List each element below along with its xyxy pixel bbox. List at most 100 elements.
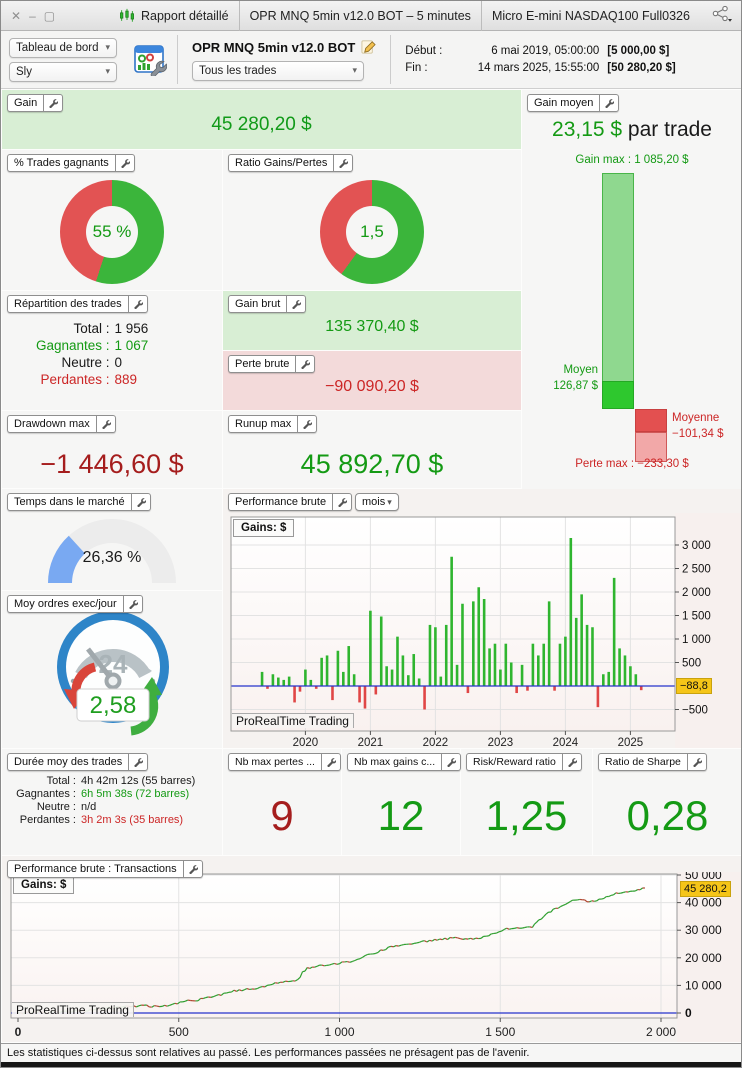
- wrench-icon[interactable]: [441, 754, 461, 770]
- minimize-button[interactable]: –: [29, 9, 36, 23]
- edit-pencil-icon[interactable]: [361, 39, 376, 57]
- perf-mois-panel: Performance brute mois ▾ 3 000 2 500 2 000 1…: [223, 489, 741, 748]
- ratio-gains-pertes-panel: Ratio Gains/Pertes 1,5: [223, 150, 521, 290]
- wrench-icon[interactable]: [127, 296, 147, 312]
- gain-panel-title: Gain: [14, 97, 38, 109]
- period-select[interactable]: mois ▾: [355, 493, 399, 511]
- perte-brute-panel: Perte brute −90 090,20 $: [223, 351, 521, 410]
- wrench-icon[interactable]: [286, 296, 306, 312]
- svg-text:2023: 2023: [488, 737, 514, 748]
- repartition-label: Gagnantes :: [35, 338, 110, 353]
- title-bar: ✕ – ▢ Rapport détaillé OPR MNQ 5min v12.…: [1, 1, 741, 31]
- repartition-value: 1 067: [114, 338, 149, 353]
- end-label: Fin :: [405, 61, 428, 74]
- window-controls: ✕ – ▢: [11, 9, 81, 23]
- close-button[interactable]: ✕: [11, 9, 21, 23]
- gain-brut-title: Gain brut: [235, 298, 281, 310]
- wrench-icon[interactable]: [599, 95, 619, 111]
- win-rate-value: 55 %: [92, 222, 132, 241]
- report-title: Rapport détaillé: [141, 8, 229, 23]
- temps-marche-title: Temps dans le marché: [14, 496, 125, 508]
- perte-brute-title: Perte brute: [235, 358, 290, 370]
- strategy-name: OPR MNQ 5min v12.0 BOT: [192, 40, 356, 55]
- wrench-icon[interactable]: [128, 754, 148, 770]
- perf-transactions-title: Performance brute : Transactions: [14, 863, 177, 875]
- win-rate-donut: 55 %: [60, 180, 164, 284]
- duree-moy-panel: Durée moy des trades Total : 4h 42m 12s (…: [2, 749, 222, 855]
- svg-text:0: 0: [15, 1025, 22, 1039]
- moy-ordres-panel: Moy ordres exec/jour 24 2,58: [2, 591, 222, 748]
- wrench-icon[interactable]: [43, 95, 63, 111]
- duree-value: 3h 2m 3s (35 barres): [81, 814, 184, 826]
- drawdown-max-panel: Drawdown max −1 446,60 $: [2, 411, 222, 488]
- prorealtime-watermark: ProRealTime Trading: [12, 1002, 134, 1017]
- wrench-icon[interactable]: [122, 596, 142, 612]
- perte-moyenne-bar: [635, 409, 667, 432]
- wrench-icon[interactable]: [333, 155, 353, 171]
- gain-panel: Gain 45 280,20 $: [2, 90, 521, 149]
- moyen-label: Moyen 126,87 $: [553, 364, 598, 392]
- share-icon[interactable]: [711, 5, 733, 26]
- wrench-icon[interactable]: [297, 416, 317, 432]
- repartition-rows: Total :1 956 Gagnantes :1 067 Neutre :0 …: [2, 321, 222, 387]
- nb-max-pertes-title: Nb max pertes ...: [235, 756, 315, 768]
- dashboard-select[interactable]: Tableau de bord ▾: [9, 37, 117, 58]
- trades-filter-value: Tous les trades: [199, 64, 277, 77]
- runup-max-panel: Runup max 45 892,70 $: [223, 411, 521, 488]
- duree-label: Neutre :: [36, 801, 76, 813]
- equity-last-value-badge: 45 280,2: [680, 881, 731, 897]
- svg-text:2021: 2021: [358, 737, 384, 748]
- wrench-icon[interactable]: [95, 416, 115, 432]
- duree-label: Perdantes :: [19, 814, 76, 826]
- svg-text:−500: −500: [682, 705, 708, 717]
- perf-transactions-panel: Performance brute : Transactions 50 000 4…: [2, 856, 741, 1042]
- wrench-icon[interactable]: [182, 861, 202, 877]
- duree-value: n/d: [81, 801, 97, 813]
- svg-text:500: 500: [169, 1025, 189, 1039]
- svg-text:40 000: 40 000: [685, 896, 722, 910]
- wrench-icon[interactable]: [332, 494, 352, 510]
- svg-text:500: 500: [682, 658, 701, 670]
- monthly-x-axis: 2020 2021 2022 2023 2024 2025: [293, 731, 643, 748]
- wrench-icon[interactable]: [561, 754, 581, 770]
- svg-text:10 000: 10 000: [685, 978, 722, 992]
- report-settings-icon[interactable]: [127, 31, 177, 88]
- nb-max-pertes-value: 9: [270, 792, 294, 839]
- wrench-icon[interactable]: [114, 155, 134, 171]
- trades-filter-select[interactable]: Tous les trades ▾: [192, 60, 364, 81]
- svg-text:2022: 2022: [423, 737, 449, 748]
- gain-moyen-unit: par trade: [622, 118, 712, 141]
- report-window: ✕ – ▢ Rapport détaillé OPR MNQ 5min v12.…: [0, 0, 742, 1068]
- risk-reward-panel: Risk/Reward ratio 1,25: [461, 749, 592, 855]
- svg-text:2024: 2024: [553, 737, 579, 748]
- prorealtime-watermark: ProRealTime Trading: [232, 713, 354, 728]
- instrument-title: Micro E-mini NASDAQ100 Full0326: [491, 8, 690, 23]
- drawdown-max-value: −1 446,60 $: [40, 449, 184, 479]
- wrench-icon[interactable]: [686, 754, 706, 770]
- nb-max-gains-title: Nb max gains c...: [354, 756, 436, 768]
- wrench-icon[interactable]: [295, 356, 315, 372]
- risk-reward-value: 1,25: [485, 792, 568, 839]
- candlestick-icon: [119, 8, 135, 23]
- trades-gagnants-title: % Trades gagnants: [14, 157, 109, 169]
- gain-value: 45 280,20 $: [211, 113, 312, 135]
- svg-text:2 000: 2 000: [682, 587, 711, 599]
- equity-x-axis: 0 500 1 000 1 500 2 000: [15, 1018, 676, 1039]
- gain-brut-value: 135 370,40 $: [325, 317, 419, 335]
- gain-moyen-panel: Gain moyen 23,15 $ par trade Gain max : …: [522, 90, 741, 489]
- repartition-label: Perdantes :: [40, 372, 110, 387]
- svg-text:0: 0: [685, 1006, 692, 1020]
- ratio-sharpe-panel: Ratio de Sharpe 0,28: [593, 749, 741, 855]
- drawdown-max-title: Drawdown max: [14, 418, 90, 430]
- wrench-icon[interactable]: [130, 494, 150, 510]
- svg-text:3 000: 3 000: [682, 540, 711, 552]
- svg-text:1 000: 1 000: [324, 1025, 354, 1039]
- gain-moyen-value: 23,15 $: [552, 118, 623, 141]
- wrench-icon[interactable]: [320, 754, 340, 770]
- user-select[interactable]: Sly ▾: [9, 61, 117, 82]
- ratio-sharpe-value: 0,28: [626, 792, 709, 839]
- runup-max-title: Runup max: [235, 418, 292, 430]
- repartition-value: 0: [114, 355, 123, 370]
- strategy-title-segment: OPR MNQ 5min v12.0 BOT – 5 minutes: [240, 1, 481, 30]
- maximize-button[interactable]: ▢: [44, 9, 55, 23]
